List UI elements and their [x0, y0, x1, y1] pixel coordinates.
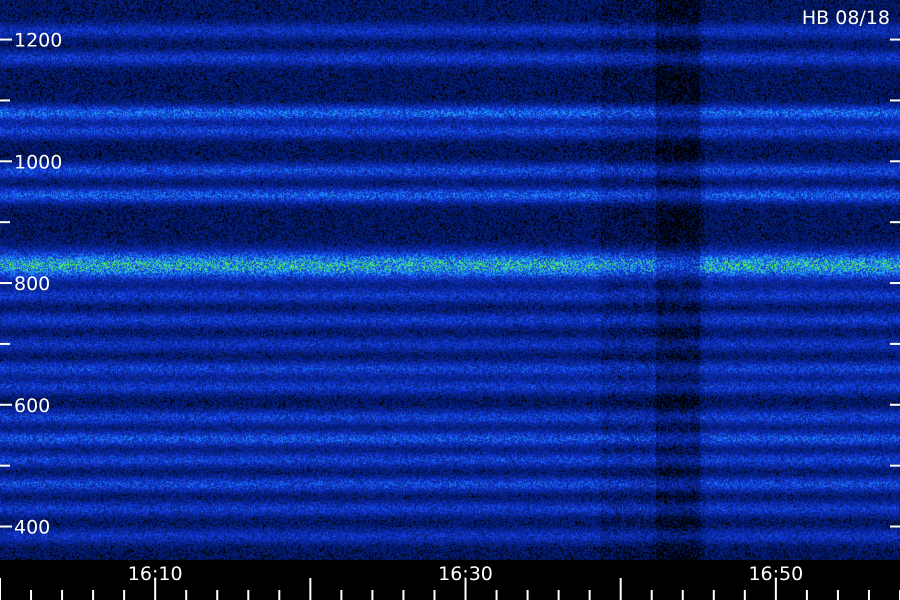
spectrogram-plot: [0, 0, 900, 600]
